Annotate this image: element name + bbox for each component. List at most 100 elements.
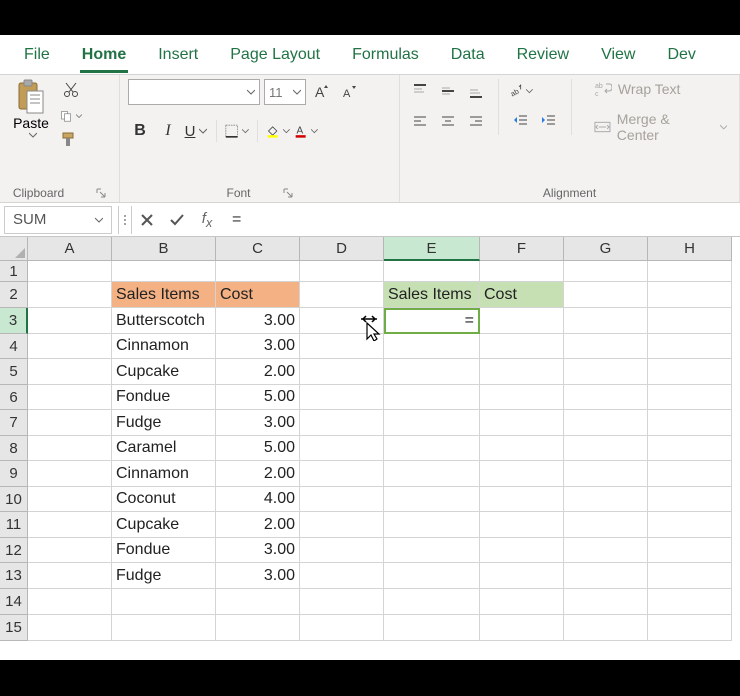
- cell[interactable]: [300, 538, 384, 563]
- cell[interactable]: [564, 385, 648, 410]
- cell[interactable]: [648, 282, 732, 308]
- cell[interactable]: [112, 261, 216, 282]
- cell[interactable]: [28, 308, 112, 334]
- tab-data[interactable]: Data: [435, 38, 501, 72]
- cell[interactable]: [480, 589, 564, 615]
- function-wizard-button[interactable]: [118, 206, 132, 234]
- cell[interactable]: [564, 308, 648, 334]
- copy-button[interactable]: [60, 105, 82, 127]
- decrease-indent-button[interactable]: [509, 109, 533, 133]
- row-header[interactable]: 2: [0, 282, 28, 308]
- formula-input[interactable]: =: [222, 211, 740, 229]
- align-center-button[interactable]: [436, 109, 460, 133]
- cell[interactable]: [564, 615, 648, 641]
- cell[interactable]: Fudge: [112, 563, 216, 589]
- cell[interactable]: [384, 538, 480, 563]
- bold-button[interactable]: B: [128, 119, 152, 143]
- cell[interactable]: [300, 563, 384, 589]
- cell[interactable]: [384, 410, 480, 436]
- cell[interactable]: [480, 261, 564, 282]
- cut-button[interactable]: [60, 79, 82, 101]
- cell[interactable]: [28, 436, 112, 461]
- cell[interactable]: [384, 359, 480, 385]
- cell[interactable]: 3.00: [216, 308, 300, 334]
- cell[interactable]: [384, 512, 480, 538]
- cell[interactable]: [480, 334, 564, 359]
- cell[interactable]: Fondue: [112, 538, 216, 563]
- row-header[interactable]: 11: [0, 512, 28, 538]
- column-header[interactable]: C: [216, 237, 300, 261]
- align-middle-button[interactable]: [436, 79, 460, 103]
- cell[interactable]: [564, 589, 648, 615]
- tab-review[interactable]: Review: [501, 38, 585, 72]
- cell[interactable]: Sales Items: [112, 282, 216, 308]
- align-top-button[interactable]: [408, 79, 432, 103]
- row-header[interactable]: 14: [0, 589, 28, 615]
- cell[interactable]: [28, 334, 112, 359]
- cell[interactable]: [480, 436, 564, 461]
- dialog-launcher-icon[interactable]: [283, 188, 293, 198]
- column-header[interactable]: F: [480, 237, 564, 261]
- cell[interactable]: [112, 615, 216, 641]
- cell[interactable]: [480, 487, 564, 512]
- cell[interactable]: [564, 563, 648, 589]
- cell[interactable]: [648, 538, 732, 563]
- underline-button[interactable]: U: [184, 119, 208, 143]
- cell[interactable]: [648, 436, 732, 461]
- cell[interactable]: [564, 512, 648, 538]
- cell[interactable]: [564, 282, 648, 308]
- cell[interactable]: 4.00: [216, 487, 300, 512]
- cell[interactable]: [648, 261, 732, 282]
- cell[interactable]: [300, 461, 384, 487]
- insert-function-button[interactable]: fx: [192, 204, 222, 236]
- cell[interactable]: 5.00: [216, 436, 300, 461]
- cell[interactable]: [564, 461, 648, 487]
- cell[interactable]: [564, 436, 648, 461]
- row-header[interactable]: 8: [0, 436, 28, 461]
- tab-developer[interactable]: Dev: [651, 38, 711, 72]
- increase-font-button[interactable]: A: [310, 80, 334, 104]
- cell[interactable]: [564, 410, 648, 436]
- cell[interactable]: [648, 615, 732, 641]
- tab-page-layout[interactable]: Page Layout: [214, 38, 336, 72]
- format-painter-button[interactable]: [60, 131, 82, 153]
- cell[interactable]: [384, 615, 480, 641]
- cell[interactable]: Cupcake: [112, 359, 216, 385]
- tab-view[interactable]: View: [585, 38, 651, 72]
- cell[interactable]: [216, 589, 300, 615]
- cell[interactable]: 2.00: [216, 359, 300, 385]
- column-header[interactable]: E: [384, 237, 480, 261]
- cell[interactable]: 3.00: [216, 410, 300, 436]
- font-name-selector[interactable]: [128, 79, 260, 105]
- cell[interactable]: [480, 308, 564, 334]
- cell[interactable]: [28, 563, 112, 589]
- cell[interactable]: [300, 512, 384, 538]
- cell[interactable]: [564, 359, 648, 385]
- tab-file[interactable]: File: [8, 38, 66, 72]
- cell[interactable]: 3.00: [216, 563, 300, 589]
- row-header[interactable]: 15: [0, 615, 28, 641]
- cell[interactable]: [28, 282, 112, 308]
- row-header[interactable]: 1: [0, 261, 28, 282]
- cancel-formula-button[interactable]: [132, 204, 162, 236]
- active-cell[interactable]: =: [384, 308, 480, 334]
- cell[interactable]: [564, 487, 648, 512]
- cell[interactable]: [480, 615, 564, 641]
- cell[interactable]: [648, 410, 732, 436]
- increase-indent-button[interactable]: [537, 109, 561, 133]
- cell[interactable]: [384, 334, 480, 359]
- cell[interactable]: [480, 359, 564, 385]
- tab-home[interactable]: Home: [66, 38, 142, 72]
- row-header[interactable]: 10: [0, 487, 28, 512]
- cell[interactable]: [300, 334, 384, 359]
- cell[interactable]: [480, 410, 564, 436]
- cell[interactable]: [384, 436, 480, 461]
- orientation-button[interactable]: ab: [509, 79, 533, 103]
- cell[interactable]: [300, 615, 384, 641]
- cell[interactable]: Butterscotch: [112, 308, 216, 334]
- cell[interactable]: [384, 589, 480, 615]
- cell[interactable]: [112, 589, 216, 615]
- cell[interactable]: [28, 512, 112, 538]
- font-size-selector[interactable]: 11: [264, 79, 306, 105]
- tab-insert[interactable]: Insert: [142, 38, 214, 72]
